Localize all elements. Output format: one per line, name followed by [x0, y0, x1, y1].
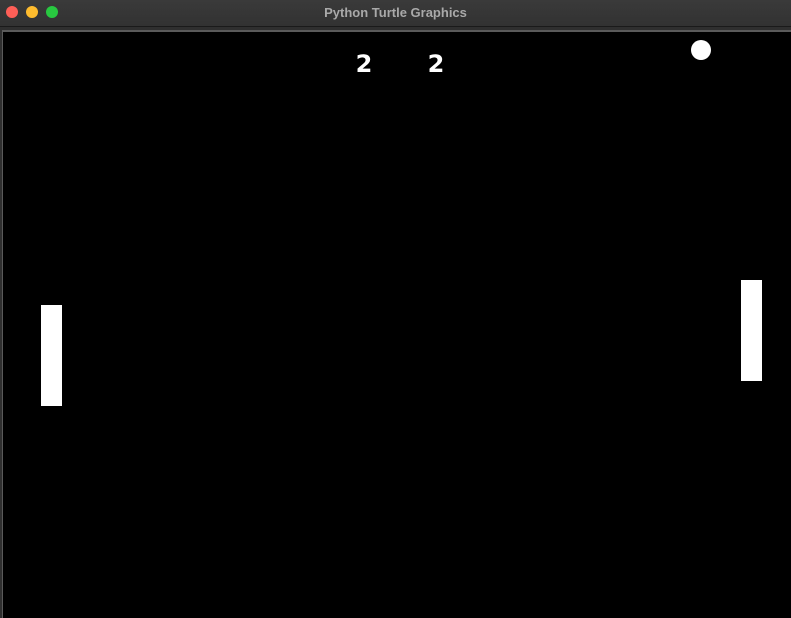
right-paddle: [741, 280, 762, 381]
window-title: Python Turtle Graphics: [324, 5, 467, 20]
ball: [691, 40, 711, 60]
player-b-score: 2: [427, 50, 445, 78]
turtle-window: Python Turtle Graphics 2 2: [0, 0, 791, 618]
title-bar[interactable]: Python Turtle Graphics: [0, 0, 791, 27]
player-a-score: 2: [355, 50, 373, 78]
game-canvas[interactable]: 2 2: [3, 32, 791, 618]
left-paddle: [41, 305, 62, 406]
